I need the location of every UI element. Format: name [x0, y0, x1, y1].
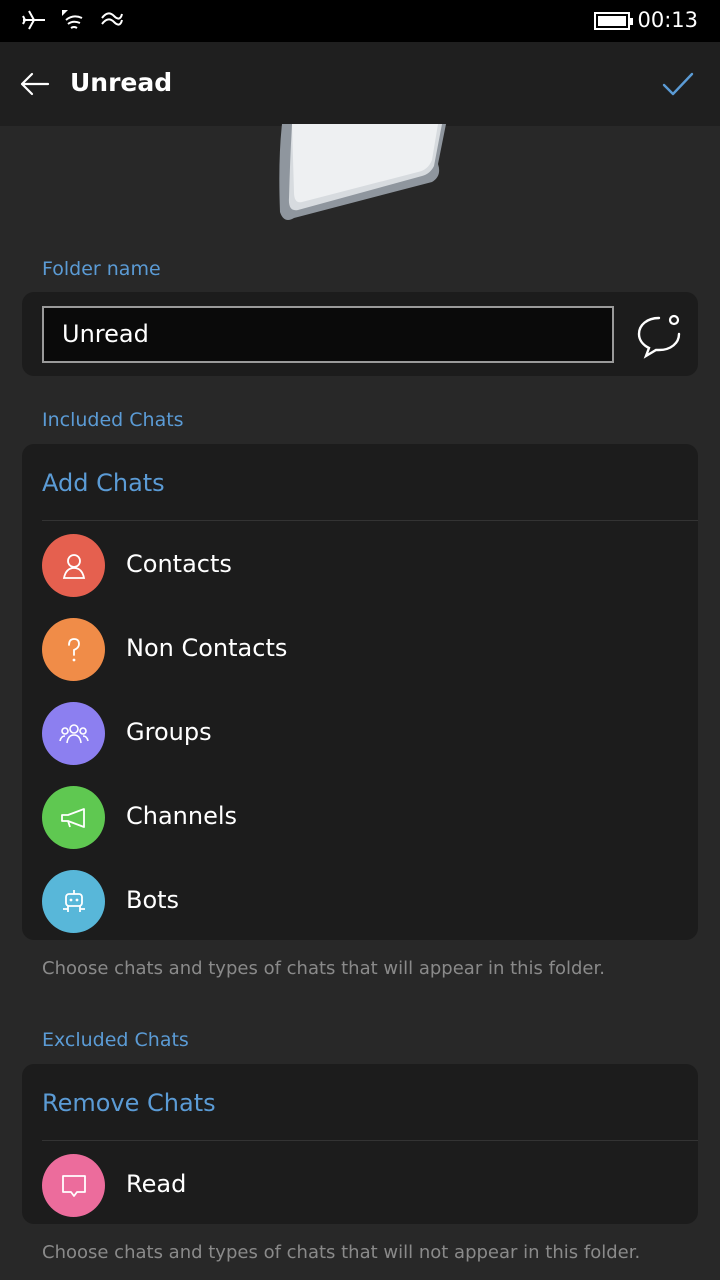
read-chat-icon	[42, 1154, 105, 1217]
excluded-chats-label: Excluded Chats	[42, 1029, 189, 1051]
folder-name-card: Unread	[22, 292, 698, 376]
chat-type-non-contacts[interactable]: Non Contacts	[22, 608, 698, 692]
status-bar: 00:13	[0, 0, 720, 42]
chat-type-bots[interactable]: Bots	[22, 860, 698, 944]
question-icon	[42, 618, 105, 681]
folder-name-label: Folder name	[42, 258, 161, 280]
person-icon	[42, 534, 105, 597]
chat-type-label: Non Contacts	[126, 634, 288, 662]
airplane-icon	[22, 10, 45, 30]
megaphone-icon	[42, 786, 105, 849]
status-time: 00:13	[637, 8, 698, 32]
emoji-chat-icon[interactable]	[634, 310, 684, 360]
chat-type-label: Channels	[126, 802, 238, 830]
folder-name-input[interactable]: Unread	[42, 306, 614, 363]
chat-type-label: Groups	[126, 718, 212, 746]
chat-type-channels[interactable]: Channels	[22, 776, 698, 860]
included-chats-label: Included Chats	[42, 409, 184, 431]
app-bar: Unread	[0, 42, 720, 126]
chat-type-label: Read	[126, 1170, 187, 1198]
chat-type-label: Bots	[126, 886, 180, 914]
wifi-icon	[62, 10, 83, 29]
divider	[42, 520, 698, 521]
excluded-chats-card: Remove Chats Read	[22, 1064, 698, 1224]
add-chats-button[interactable]: Add Chats	[42, 444, 165, 522]
chat-type-contacts[interactable]: Contacts	[22, 524, 698, 608]
battery-icon	[594, 12, 633, 30]
chat-type-groups[interactable]: Groups	[22, 692, 698, 776]
data-icon	[101, 12, 123, 26]
remove-chats-button[interactable]: Remove Chats	[42, 1064, 216, 1142]
back-arrow-icon[interactable]	[14, 64, 54, 104]
included-hint: Choose chats and types of chats that wil…	[42, 958, 605, 979]
excluded-hint: Choose chats and types of chats that wil…	[42, 1242, 641, 1263]
chat-type-label: Contacts	[126, 550, 232, 578]
included-chats-card: Add Chats Contacts Non Contacts Groups C…	[22, 444, 698, 940]
divider	[42, 1140, 698, 1141]
bot-icon	[42, 870, 105, 933]
page-title: Unread	[70, 68, 173, 97]
folder-illustration	[272, 124, 446, 220]
chat-type-read[interactable]: Read	[22, 1144, 698, 1228]
checkmark-icon[interactable]	[658, 64, 698, 104]
group-icon	[42, 702, 105, 765]
